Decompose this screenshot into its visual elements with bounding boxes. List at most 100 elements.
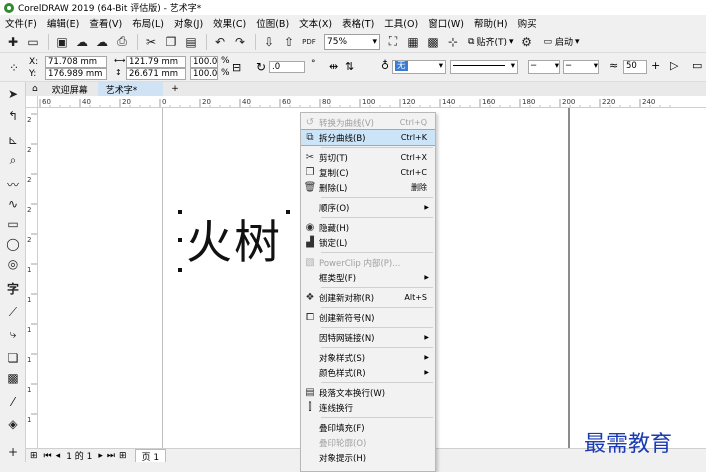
object-origin-icon[interactable]: ⁘ <box>5 59 23 77</box>
menu-file[interactable]: 文件(F) <box>0 16 42 30</box>
menu-help[interactable]: 帮助(H) <box>469 16 513 30</box>
first-page-icon[interactable]: ⏮ <box>44 451 52 461</box>
menu-item-internet-link[interactable]: 因特网链接(N) ▶ <box>301 330 435 345</box>
save-icon[interactable]: ▣ <box>53 33 71 51</box>
menu-buy[interactable]: 购买 <box>513 16 542 30</box>
text-tool-icon[interactable]: 字 <box>5 280 21 296</box>
options-gear-icon[interactable]: ⚙ <box>518 33 536 51</box>
line-end-select[interactable]: ─ ▾ <box>563 60 599 74</box>
pdf-icon[interactable]: PDF <box>300 33 318 51</box>
menu-item-wrap-paragraph-text[interactable]: ▤ 段落文本换行(W) <box>301 385 435 400</box>
selection-handle[interactable] <box>178 238 182 242</box>
selection-handle[interactable] <box>178 210 182 214</box>
rotation-field[interactable]: .0 <box>269 61 305 73</box>
fill-select[interactable]: 无 ▾ <box>392 60 446 74</box>
cloud-download-icon[interactable]: ☁ <box>93 33 111 51</box>
page-tab[interactable]: 页 1 <box>134 448 167 463</box>
tab-welcome-screen[interactable]: 欢迎屏幕 <box>44 82 98 96</box>
menu-item-order[interactable]: 顺序(O) ▶ <box>301 200 435 215</box>
height-field[interactable]: 26.671 mm <box>126 68 186 80</box>
ruler-origin[interactable] <box>26 96 38 108</box>
copy-icon[interactable]: ❐ <box>162 33 180 51</box>
menu-item-line-wrap[interactable]: ⫿ 连线换行 <box>301 400 435 415</box>
shape-tool-icon[interactable]: ↰ <box>5 108 21 124</box>
freehand-tool-icon[interactable]: 〰 <box>5 176 21 192</box>
redo-icon[interactable]: ↷ <box>231 33 249 51</box>
selection-handle[interactable] <box>286 210 290 214</box>
outline-width-select[interactable]: ▾ <box>450 60 518 74</box>
plus-icon[interactable]: + <box>651 59 660 72</box>
menu-edit[interactable]: 编辑(E) <box>42 16 84 30</box>
menu-item-delete[interactable]: 🗑 删除(L) 删除 <box>301 180 435 195</box>
menu-item-object-styles[interactable]: 对象样式(S) ▶ <box>301 350 435 365</box>
zoom-level-select[interactable]: 75% ▾ <box>324 33 380 50</box>
add-tool-plus-icon[interactable]: + <box>5 444 21 460</box>
selection-handle[interactable] <box>178 268 182 272</box>
menu-item-convert-to-curves[interactable]: ↺ 转换为曲线(V) Ctrl+Q <box>301 115 435 130</box>
menu-item-color-styles[interactable]: 颜色样式(R) ▶ <box>301 365 435 380</box>
text-wrap-icon[interactable]: ▭ <box>692 59 702 72</box>
parallel-dimension-icon[interactable]: ⟋ <box>5 304 21 320</box>
zoom-tool-icon[interactable]: ⌕ <box>5 152 21 168</box>
menu-item-overprint-outline[interactable]: 叠印轮廓(O) <box>301 435 435 450</box>
add-page-icon[interactable]: ⊞ <box>119 451 127 461</box>
page-options-icon[interactable]: ⊞ <box>30 451 38 461</box>
artistic-media-icon[interactable]: ∿ <box>5 196 21 212</box>
mirror-horizontal-icon[interactable]: ⇹ <box>329 60 338 73</box>
crop-tool-icon[interactable]: ⊾ <box>5 132 21 148</box>
menu-item-new-symbol[interactable]: ⧠ 创建新符号(N) <box>301 310 435 325</box>
x-position-field[interactable]: 71.708 mm <box>45 56 107 68</box>
wrap-icon[interactable]: ▷ <box>670 59 678 72</box>
menu-table[interactable]: 表格(T) <box>337 16 379 30</box>
mirror-vertical-icon[interactable]: ⇅ <box>345 60 354 73</box>
prev-page-icon[interactable]: ◂ <box>56 451 61 461</box>
width-field[interactable]: 121.79 mm <box>126 56 186 68</box>
menu-item-lock[interactable]: ▟ 锁定(L) <box>301 235 435 250</box>
interactive-fill-icon[interactable]: ◈ <box>5 416 21 432</box>
transparency-icon[interactable]: ▩ <box>5 370 21 386</box>
menu-object[interactable]: 对象(J) <box>169 16 208 30</box>
menu-item-overprint-fill[interactable]: 叠印填充(F) <box>301 420 435 435</box>
menu-tools[interactable]: 工具(O) <box>379 16 423 30</box>
menu-view[interactable]: 查看(V) <box>84 16 127 30</box>
pick-tool-icon[interactable]: ➤ <box>5 86 21 102</box>
tab-art-text[interactable]: 艺术字* <box>97 82 164 96</box>
launch-button[interactable]: ▭ 启动 ▾ <box>544 35 580 49</box>
snap-to-button[interactable]: ⧉ 贴齐(T) ▾ <box>468 35 514 49</box>
connector-tool-icon[interactable]: ⤷ <box>5 326 21 342</box>
full-screen-icon[interactable]: ⛶ <box>384 33 402 51</box>
art-text-object[interactable]: 火树 <box>186 206 282 272</box>
add-tab-button[interactable]: + <box>163 82 189 96</box>
show-grid-icon[interactable]: ▩ <box>424 33 442 51</box>
menu-item-new-symmetry[interactable]: ❖ 创建新对称(R) Alt+S <box>301 290 435 305</box>
scale-y-field[interactable]: 100.0 <box>190 68 218 80</box>
menu-item-break-curve[interactable]: ⧉ 拆分曲线(B) Ctrl+K <box>301 129 435 146</box>
print-icon[interactable]: ⎙ <box>113 33 131 51</box>
menu-layout[interactable]: 布局(L) <box>127 16 169 30</box>
export-icon[interactable]: ⇧ <box>280 33 298 51</box>
open-folder-icon[interactable]: ▭ <box>24 33 42 51</box>
paste-icon[interactable]: ▤ <box>182 33 200 51</box>
home-tab[interactable]: ⌂ <box>26 82 44 96</box>
last-page-icon[interactable]: ⏭ <box>107 451 115 461</box>
drop-shadow-icon[interactable]: ❏ <box>5 350 21 366</box>
scale-x-field[interactable]: 100.0 <box>190 56 218 68</box>
eyedropper-icon[interactable]: ⁄ <box>5 394 21 410</box>
menu-effects[interactable]: 效果(C) <box>208 16 251 30</box>
menu-window[interactable]: 窗口(W) <box>423 16 469 30</box>
menu-item-frame-type[interactable]: 框类型(F) ▶ <box>301 270 435 285</box>
import-icon[interactable]: ⇩ <box>260 33 278 51</box>
undo-icon[interactable]: ↶ <box>211 33 229 51</box>
menu-bitmaps[interactable]: 位图(B) <box>251 16 294 30</box>
menu-item-object-hints[interactable]: 对象提示(H) <box>301 450 435 465</box>
next-page-icon[interactable]: ▸ <box>98 451 103 461</box>
smoothing-field[interactable]: 50 <box>623 60 647 74</box>
cloud-upload-icon[interactable]: ☁ <box>73 33 91 51</box>
menu-text[interactable]: 文本(X) <box>294 16 337 30</box>
rectangle-tool-icon[interactable]: ▭ <box>5 216 21 232</box>
cut-icon[interactable]: ✂ <box>142 33 160 51</box>
show-rulers-icon[interactable]: ▦ <box>404 33 422 51</box>
lock-ratio-icon[interactable]: ⊟ <box>232 61 241 74</box>
menu-item-copy[interactable]: ❐ 复制(C) Ctrl+C <box>301 165 435 180</box>
menu-item-powerclip-inside[interactable]: ▧ PowerClip 内部(P)... <box>301 255 435 270</box>
